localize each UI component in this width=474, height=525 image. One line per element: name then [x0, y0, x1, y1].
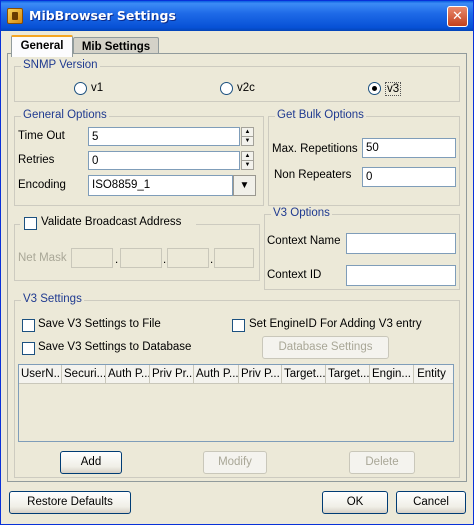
restore-defaults-button[interactable]: Restore Defaults	[9, 491, 131, 514]
validate-broadcast-label[interactable]: Validate Broadcast Address	[41, 216, 181, 228]
timeout-label: Time Out	[18, 130, 65, 142]
tab-general-label: General	[20, 40, 64, 52]
encoding-label: Encoding	[18, 179, 66, 191]
cancel-button-label: Cancel	[413, 496, 449, 508]
column-header[interactable]: Auth P...	[194, 365, 239, 383]
timeout-spinner[interactable]: ▲ ▼	[241, 127, 254, 146]
tab-general[interactable]: General	[11, 35, 73, 57]
close-icon: ✕	[452, 9, 463, 24]
add-button-label: Add	[80, 456, 102, 468]
save-to-db-checkbox[interactable]	[22, 342, 35, 355]
context-name-field[interactable]	[346, 233, 456, 254]
timeout-field[interactable]: 5	[88, 127, 240, 146]
net-mask-separator: .	[210, 254, 214, 266]
title-bar[interactable]: MibBrowser Settings ✕	[1, 1, 473, 31]
retries-value: 0	[92, 155, 99, 167]
radio-v3-label[interactable]: v3	[385, 82, 402, 96]
ok-button-label: OK	[346, 496, 364, 508]
radio-v3[interactable]	[368, 82, 381, 95]
retries-spinner[interactable]: ▲ ▼	[241, 151, 254, 170]
net-mask-octet-4[interactable]	[214, 248, 254, 268]
broadcast-header: Validate Broadcast Address	[20, 216, 196, 230]
tab-mib-settings-label: Mib Settings	[81, 41, 151, 53]
settings-window: MibBrowser Settings ✕ General Mib Settin…	[0, 0, 474, 525]
column-header[interactable]: Priv Pr...	[150, 365, 194, 383]
modify-button-label: Modify	[218, 456, 252, 468]
column-header[interactable]: Auth P...	[106, 365, 150, 383]
restore-defaults-label: Restore Defaults	[27, 496, 113, 508]
modify-button[interactable]: Modify	[203, 451, 267, 474]
database-settings-button[interactable]: Database Settings	[262, 336, 389, 359]
ok-button[interactable]: OK	[322, 491, 388, 514]
column-header[interactable]: Engin...	[370, 365, 414, 383]
max-repetitions-value: 50	[366, 142, 379, 154]
set-engine-id-checkbox[interactable]	[232, 319, 245, 332]
get-bulk-group: Get Bulk Options	[268, 109, 460, 206]
column-header[interactable]: Priv P...	[239, 365, 282, 383]
add-button[interactable]: Add	[60, 451, 122, 474]
validate-broadcast-checkbox[interactable]	[24, 217, 37, 230]
radio-v2c-label[interactable]: v2c	[237, 82, 255, 94]
v3-settings-title: V3 Settings	[21, 293, 84, 305]
non-repeaters-value: 0	[366, 171, 373, 183]
radio-v2c[interactable]	[220, 82, 233, 95]
context-id-field[interactable]	[346, 265, 456, 286]
net-mask-label: Net Mask	[18, 252, 67, 264]
encoding-select[interactable]: ISO8859_1	[88, 175, 233, 196]
timeout-value: 5	[92, 131, 99, 143]
net-mask-octet-2[interactable]	[120, 248, 162, 268]
save-to-db-label[interactable]: Save V3 Settings to Database	[38, 341, 191, 353]
general-panel: SNMP Version v1 v2c v3 General Options T…	[7, 53, 467, 482]
net-mask-octet-1[interactable]	[71, 248, 113, 268]
max-repetitions-label: Max. Repetitions	[272, 143, 358, 155]
delete-button-label: Delete	[365, 456, 399, 468]
v3-users-table[interactable]: UserN... Securi... Auth P... Priv Pr... …	[18, 364, 454, 442]
save-to-file-label[interactable]: Save V3 Settings to File	[38, 318, 161, 330]
net-mask-separator: .	[163, 254, 167, 266]
net-mask-separator: .	[115, 254, 119, 266]
chevron-down-icon: ▼	[239, 180, 250, 191]
close-button[interactable]: ✕	[447, 6, 468, 27]
non-repeaters-field[interactable]: 0	[362, 167, 456, 187]
encoding-value: ISO8859_1	[92, 179, 151, 191]
max-repetitions-field[interactable]: 50	[362, 138, 456, 158]
general-options-title: General Options	[21, 109, 109, 121]
retries-field[interactable]: 0	[88, 151, 240, 170]
table-header: UserN... Securi... Auth P... Priv Pr... …	[19, 365, 453, 384]
encoding-dropdown-button[interactable]: ▼	[233, 175, 256, 196]
context-name-label: Context Name	[267, 235, 341, 247]
radio-v1[interactable]	[74, 82, 87, 95]
set-engine-id-label[interactable]: Set EngineID For Adding V3 entry	[249, 318, 422, 330]
cancel-button[interactable]: Cancel	[396, 491, 466, 514]
column-header[interactable]: Target...	[326, 365, 370, 383]
get-bulk-title: Get Bulk Options	[275, 109, 366, 121]
column-header[interactable]: Target...	[282, 365, 326, 383]
app-icon	[7, 8, 23, 24]
delete-button[interactable]: Delete	[349, 451, 415, 474]
non-repeaters-label: Non Repeaters	[274, 169, 352, 181]
column-header[interactable]: Securi...	[62, 365, 106, 383]
save-to-file-checkbox[interactable]	[22, 319, 35, 332]
snmp-version-title: SNMP Version	[21, 59, 100, 71]
retries-label: Retries	[18, 154, 55, 166]
context-id-label: Context ID	[267, 269, 322, 281]
window-title: MibBrowser Settings	[29, 8, 176, 23]
radio-v1-label[interactable]: v1	[91, 82, 103, 94]
v3-options-title: V3 Options	[271, 207, 332, 219]
column-header[interactable]: UserN...	[19, 365, 62, 383]
column-header[interactable]: Entity	[414, 365, 449, 383]
net-mask-octet-3[interactable]	[167, 248, 209, 268]
